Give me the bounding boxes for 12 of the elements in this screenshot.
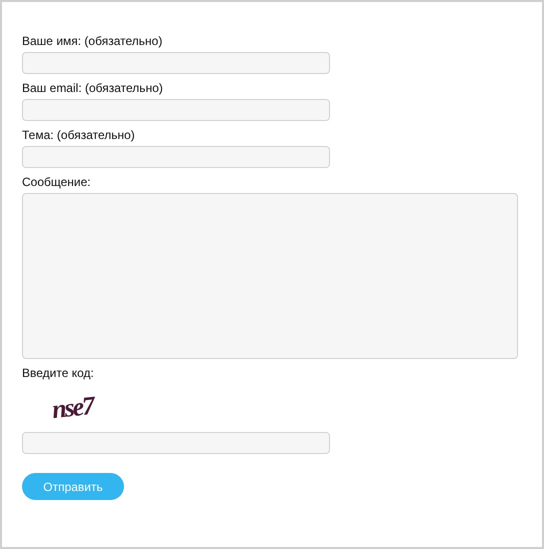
field-label: Сообщение: bbox=[22, 175, 91, 189]
captcha-field[interactable] bbox=[22, 432, 330, 454]
input-field[interactable] bbox=[22, 146, 330, 168]
field-label: Введите код: bbox=[22, 366, 94, 380]
message-field[interactable] bbox=[22, 193, 518, 359]
field-label: Ваш email: (обязательно) bbox=[22, 81, 163, 95]
input-field[interactable] bbox=[22, 52, 330, 74]
field-label: Ваше имя: (обязательно) bbox=[22, 34, 162, 48]
submit-button[interactable]: Отправить bbox=[22, 473, 124, 500]
field-label: Тема: (обязательно) bbox=[22, 128, 135, 142]
captcha-code: nse7 bbox=[50, 390, 95, 426]
input-field[interactable] bbox=[22, 99, 330, 121]
